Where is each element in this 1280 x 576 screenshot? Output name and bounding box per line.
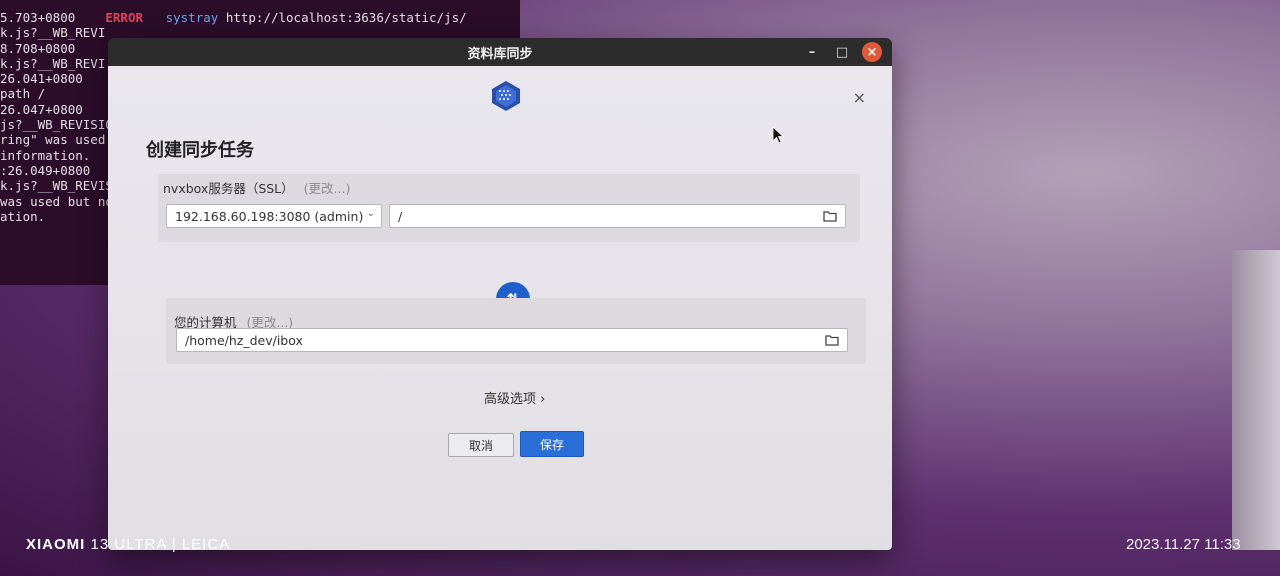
terminal-text: :26.049+0800 xyxy=(0,162,91,178)
terminal-text: k.js?__WB_REVI xyxy=(0,25,106,41)
terminal-text: 8.708+0800 xyxy=(0,40,76,56)
photo-caption-brand: XIAOMI 13 ULTRA | LEICA xyxy=(26,536,230,553)
folder-icon[interactable] xyxy=(823,209,837,223)
chevron-down-icon: ⌄ xyxy=(366,208,375,219)
terminal-text: 5.703+0800 xyxy=(0,10,76,25)
server-select-value: 192.168.60.198:3080 (admin) xyxy=(175,208,364,224)
page-title: 创建同步任务 xyxy=(146,140,254,161)
window-title: 资料库同步 xyxy=(467,46,533,62)
advanced-options-toggle[interactable]: 高级选项 › xyxy=(484,388,545,407)
terminal-error-tag: ERROR xyxy=(105,10,144,25)
mouse-cursor-icon xyxy=(772,126,784,144)
window-titlebar[interactable]: 资料库同步 – □ × xyxy=(108,38,892,66)
terminal-text: js?__WB_REVISIO xyxy=(0,117,113,133)
folder-icon[interactable] xyxy=(825,333,839,347)
minimize-button[interactable]: – xyxy=(802,42,822,62)
terminal-line: 5.703+0800 ERROR systray http://localhos… xyxy=(0,10,520,25)
terminal-text: information. xyxy=(0,147,91,163)
server-path-value: / xyxy=(398,208,403,224)
monitor-frame xyxy=(1232,250,1280,550)
server-select[interactable]: 192.168.60.198:3080 (admin) ⌄ xyxy=(166,204,382,228)
terminal-text: was used but not xyxy=(0,193,121,209)
terminal-text: 26.047+0800 xyxy=(0,101,83,117)
caption-model: 13 ULTRA | LEICA xyxy=(90,536,231,553)
window-close-button[interactable]: × xyxy=(862,42,882,62)
window-controls: – □ × xyxy=(802,42,882,62)
app-logo-icon xyxy=(492,81,520,111)
local-panel: 您的计算机 (更改...) /home/hz_dev/ibox xyxy=(166,298,866,364)
caption-brand: XIAOMI xyxy=(26,536,86,553)
terminal-text: path / xyxy=(0,86,46,102)
server-change-link[interactable]: (更改...) xyxy=(304,181,351,196)
terminal-text: 26.041+0800 xyxy=(0,71,83,87)
server-panel: nvxbox服务器（SSL） (更改...) 192.168.60.198:30… xyxy=(158,174,860,242)
terminal-message: http://localhost:3636/static/js/ xyxy=(225,10,467,25)
save-button[interactable]: 保存 xyxy=(520,431,584,457)
maximize-button[interactable]: □ xyxy=(832,42,852,62)
server-label: nvxbox服务器（SSL） xyxy=(163,181,294,196)
terminal-text: ring" was used b xyxy=(0,132,121,148)
terminal-source-tag: systray xyxy=(165,10,219,25)
photo-caption-datetime: 2023.11.27 11:33 xyxy=(1126,536,1241,553)
server-path-input[interactable]: / xyxy=(389,204,846,228)
dialog-close-button[interactable]: × xyxy=(853,88,866,107)
sync-window: 资料库同步 – □ × × 创建同步任务 nvxbox服务器（SSL） (更改.… xyxy=(108,38,892,550)
terminal-text: ation. xyxy=(0,208,46,224)
terminal-text: k.js?__WB_REVI xyxy=(0,55,106,71)
cancel-button[interactable]: 取消 xyxy=(448,433,514,457)
local-path-value: /home/hz_dev/ibox xyxy=(185,332,303,348)
local-path-input[interactable]: /home/hz_dev/ibox xyxy=(176,328,848,352)
server-label-row: nvxbox服务器（SSL） (更改...) xyxy=(163,178,350,197)
